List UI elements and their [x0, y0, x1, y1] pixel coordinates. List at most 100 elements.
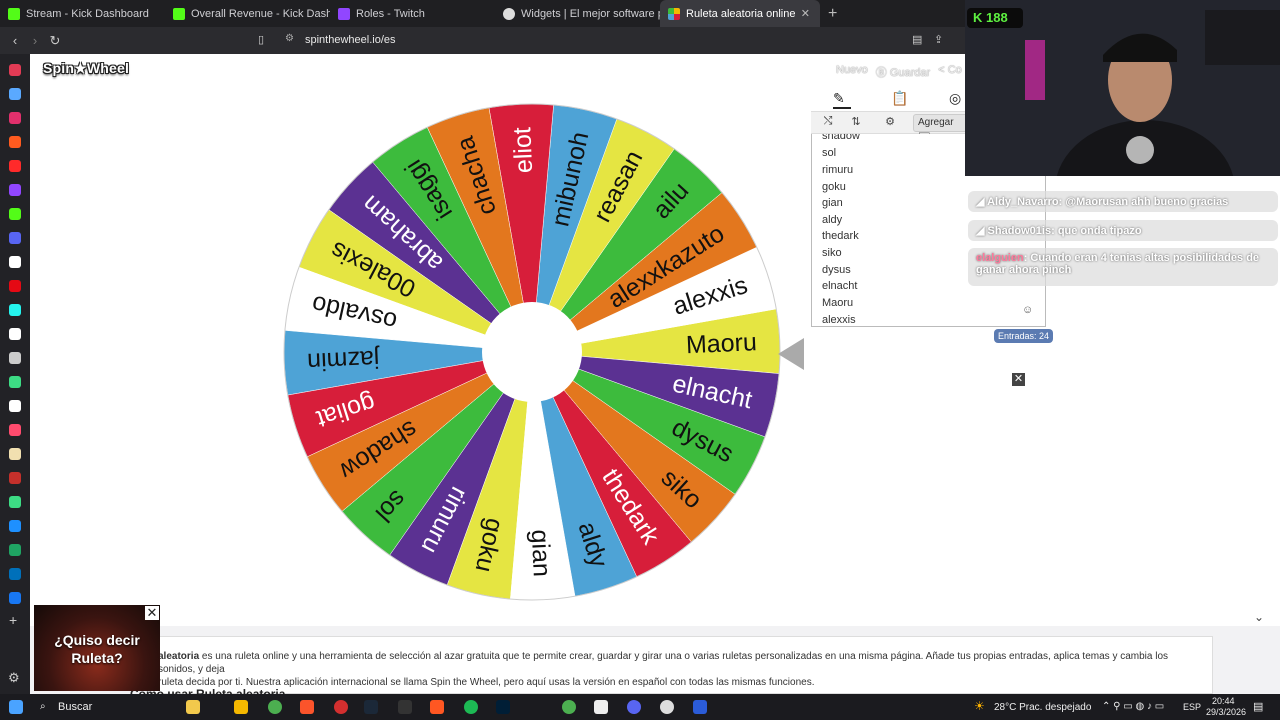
tab-label: Overall Revenue - Kick Dashboard	[191, 7, 330, 20]
kick-icon[interactable]	[9, 208, 21, 220]
taskbar-search[interactable]: Buscar	[58, 701, 92, 713]
x-icon[interactable]	[9, 328, 21, 340]
tab-ruleta[interactable]: Ruleta aleatoria online – ruleta d ✕	[660, 0, 820, 27]
site-logo[interactable]: Spin★Wheel	[43, 60, 129, 77]
paypal-icon[interactable]	[9, 568, 21, 580]
sidebar-app-icon[interactable]	[9, 88, 21, 100]
clipboard-icon[interactable]: 📋	[891, 90, 908, 107]
sidebar-app-icon[interactable]	[9, 472, 21, 484]
close-icon[interactable]: ✕	[1012, 373, 1025, 386]
windows-start-icon[interactable]	[9, 700, 23, 714]
entries-panel: ✎ 📋 ◎ ⤭ ⇅ ⚙ Agregar 🖼 shadow sol rimuru …	[811, 84, 1046, 328]
language-indicator[interactable]: ESP	[1183, 702, 1201, 712]
sidebar-app-icon[interactable]	[9, 448, 21, 460]
chrome-icon[interactable]	[268, 700, 282, 714]
eye-off-icon[interactable]: ◎	[949, 90, 961, 107]
netflix-icon[interactable]	[9, 280, 21, 292]
list-item: thedark	[822, 230, 859, 242]
copilot-icon[interactable]	[186, 700, 200, 714]
share-icon[interactable]: ⇪	[934, 33, 943, 46]
settings-icon[interactable]: ⚙	[881, 115, 899, 131]
instagram-icon[interactable]	[9, 112, 21, 124]
spotify-icon[interactable]	[464, 700, 478, 714]
share-link[interactable]: < Co	[938, 64, 962, 80]
steam-icon[interactable]	[364, 700, 378, 714]
list-item: shadow	[822, 134, 860, 142]
sidebar-app-icon[interactable]	[9, 256, 21, 268]
obs-icon[interactable]	[334, 700, 348, 714]
tab-roles-twitch[interactable]: Roles - Twitch	[330, 0, 495, 27]
sidebar-app-icon[interactable]	[9, 232, 21, 244]
spin-wheel[interactable]: Maorualexxisalexxkazutoailureasanmibunoh…	[282, 102, 782, 602]
file-explorer-icon[interactable]	[234, 700, 248, 714]
gif-icon[interactable]	[9, 520, 21, 532]
tab-stream-kick[interactable]: Stream - Kick Dashboard	[0, 0, 165, 27]
list-item: siko	[822, 247, 842, 259]
add-entry-button[interactable]: Agregar 🖼	[913, 114, 971, 144]
sidebar-app-icon[interactable]	[9, 424, 21, 436]
new-link[interactable]: Nuevo	[836, 64, 868, 80]
list-item: goku	[822, 181, 846, 193]
shuffle-icon[interactable]: ⤭	[819, 115, 837, 131]
tiktok-icon[interactable]	[9, 304, 21, 316]
capcut-icon[interactable]	[594, 700, 608, 714]
tab-label: Stream - Kick Dashboard	[26, 7, 149, 20]
forward-icon[interactable]: ›	[25, 33, 45, 48]
chrome-icon[interactable]	[562, 700, 576, 714]
sort-icon[interactable]: ⇅	[847, 115, 865, 131]
sheets-icon[interactable]	[9, 544, 21, 556]
sidebar-app-icon[interactable]	[9, 136, 21, 148]
clock-time[interactable]: 20:44	[1212, 696, 1235, 706]
list-item: Maoru	[822, 297, 854, 309]
twitch-icon[interactable]	[9, 184, 21, 196]
tab-widgets[interactable]: Widgets | El mejor software para pot	[495, 0, 660, 27]
pencil-icon[interactable]: ✎	[833, 90, 851, 109]
kick-icon	[8, 7, 20, 20]
viewer-count: 188	[986, 10, 1008, 25]
tab-revenue-kick[interactable]: Overall Revenue - Kick Dashboard	[165, 0, 330, 27]
tray-icons[interactable]: ⌃ ⚲ ▭ ◍ ♪ ▭	[1102, 701, 1164, 712]
sidebar-app-icon[interactable]	[9, 64, 21, 76]
url-field[interactable]: spinthewheel.io/es	[305, 34, 396, 46]
sidebar-app-icon[interactable]	[9, 496, 21, 508]
youtube-icon[interactable]	[9, 160, 21, 172]
new-tab-button[interactable]: +	[828, 5, 837, 23]
site-info-icon[interactable]: ⚙	[285, 33, 294, 44]
chat-user: Aldy_Navarro	[987, 196, 1059, 208]
sidebar-app-icon[interactable]	[9, 352, 21, 364]
add-sidebar-icon[interactable]: +	[9, 612, 17, 628]
reload-icon[interactable]: ↻	[45, 33, 65, 49]
close-ad-icon[interactable]: ✕	[145, 606, 159, 620]
reader-icon[interactable]: ▤	[912, 33, 922, 46]
chevron-down-icon[interactable]: ⌄	[1254, 610, 1264, 624]
ad-popup[interactable]: ¿Quiso decir Ruleta?	[34, 605, 160, 691]
close-tab-icon[interactable]: ✕	[801, 7, 810, 20]
back-icon[interactable]: ‹	[5, 33, 25, 48]
emoji-icon[interactable]: ☺	[1022, 304, 1033, 316]
clock-date[interactable]: 29/3/2026	[1206, 707, 1246, 717]
list-item: gian	[822, 197, 843, 209]
brave-icon[interactable]	[300, 700, 314, 714]
widgets-icon	[503, 7, 515, 20]
chatgpt-icon[interactable]	[660, 700, 674, 714]
save-link[interactable]: Ⓑ Guardar	[876, 64, 930, 80]
spinwheel-icon	[668, 7, 680, 20]
list-item: rimuru	[822, 164, 854, 176]
app-icon[interactable]	[693, 700, 707, 714]
wheel-hub[interactable]	[482, 302, 582, 402]
sidebar-app-icon[interactable]	[9, 376, 21, 388]
webcam-overlay: K 188	[965, 0, 1280, 176]
photoshop-icon[interactable]	[496, 700, 510, 714]
chat-user: Shadow01is	[987, 225, 1052, 237]
notifications-icon[interactable]: ▤	[1253, 700, 1263, 713]
weather-text[interactable]: 28°C Prac. despejado	[994, 702, 1091, 713]
facebook-icon[interactable]	[9, 592, 21, 604]
notion-icon[interactable]	[9, 400, 21, 412]
epic-icon[interactable]	[398, 700, 412, 714]
app-icon[interactable]	[430, 700, 444, 714]
discord-icon[interactable]	[627, 700, 641, 714]
kick-icon	[173, 7, 185, 20]
search-icon[interactable]: ⌕	[40, 701, 46, 712]
settings-icon[interactable]: ⚙	[8, 670, 20, 686]
bookmark-icon[interactable]: ▯	[258, 33, 264, 46]
